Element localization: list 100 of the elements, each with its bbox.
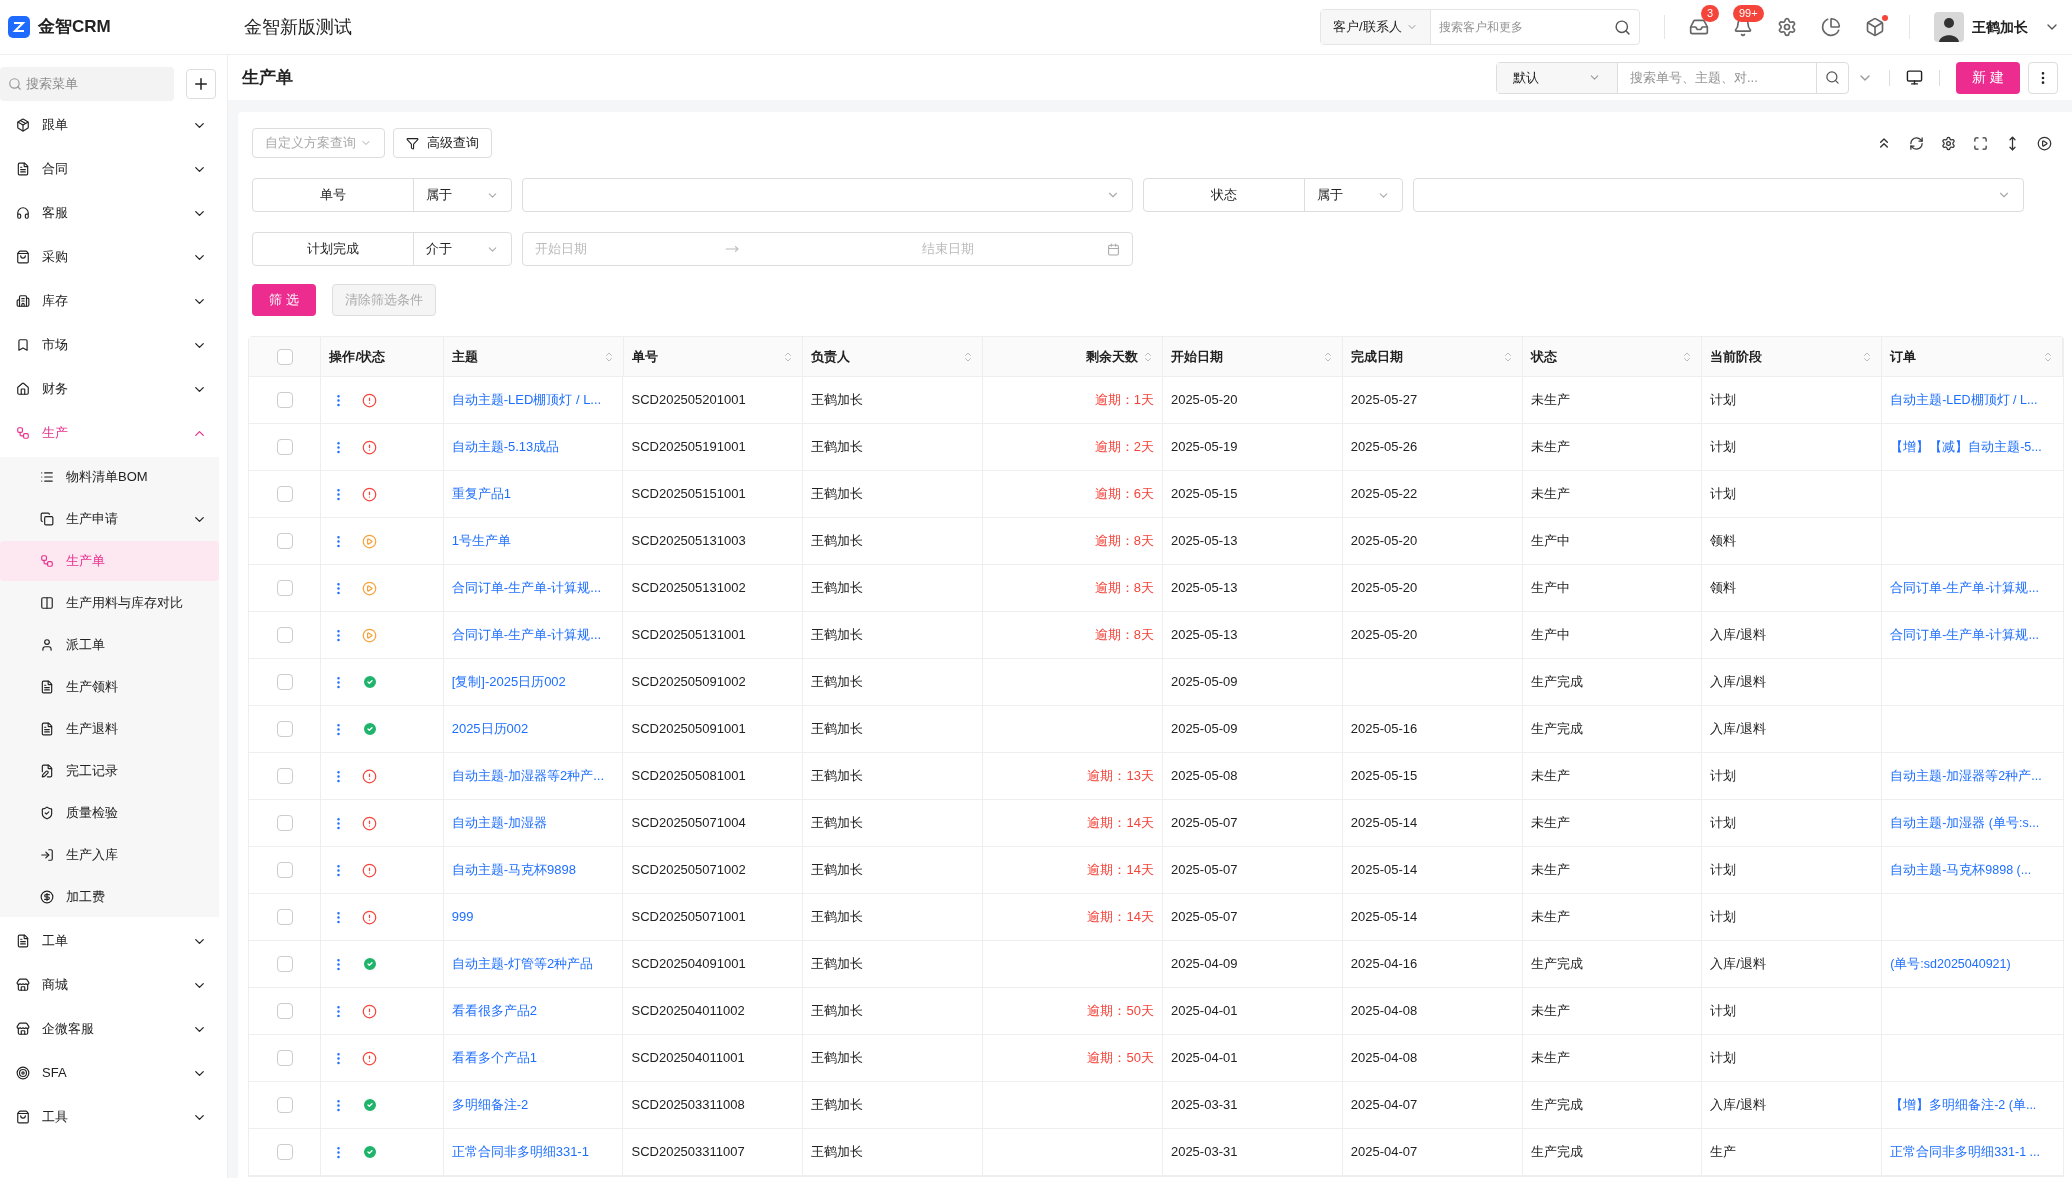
column-header[interactable]: 开始日期 xyxy=(1170,346,1223,367)
checkbox[interactable] xyxy=(276,392,293,408)
menu-item[interactable]: 企微客服 xyxy=(0,1007,227,1051)
order-link[interactable]: 自动主题-加湿器等2种产... xyxy=(1890,766,2042,786)
subject-link[interactable]: 自动主题-加湿器等2种产... xyxy=(451,766,605,786)
checkbox[interactable] xyxy=(276,348,293,365)
subject-link[interactable]: 看看多个产品1 xyxy=(451,1048,537,1068)
column-header[interactable]: 当前阶段 xyxy=(1710,346,1763,367)
menu-item[interactable]: 采购 xyxy=(0,235,227,279)
checkbox[interactable] xyxy=(276,1097,293,1113)
menu-item[interactable]: 市场 xyxy=(0,323,227,367)
advanced-query-button[interactable]: 高级查询 xyxy=(393,128,492,158)
subject-link[interactable]: 自动主题-LED棚顶灯 / L... xyxy=(451,390,602,410)
subject-link[interactable]: 重复产品1 xyxy=(451,484,511,504)
user-name[interactable]: 王鹤加长 xyxy=(1972,16,2028,38)
checkbox[interactable] xyxy=(276,627,293,643)
order-link[interactable]: 自动主题-马克杯9898 (... xyxy=(1890,860,2032,880)
subject-link[interactable]: 合同订单-生产单-计算规... xyxy=(451,625,602,645)
subject-link[interactable]: 1号生产单 xyxy=(451,531,511,551)
add-button[interactable] xyxy=(186,69,216,99)
checkbox[interactable] xyxy=(276,862,293,878)
submenu-item[interactable]: 生产入库 xyxy=(0,835,219,875)
checkbox[interactable] xyxy=(276,486,293,502)
submenu-item[interactable]: 生产领料 xyxy=(0,667,219,707)
order-link[interactable]: 合同订单-生产单-计算规... xyxy=(1890,625,2039,645)
submenu-item[interactable]: 物料清单BOM xyxy=(0,457,219,497)
checkbox[interactable] xyxy=(276,1144,293,1160)
menu-item[interactable]: 工具 xyxy=(0,1095,227,1139)
menu-item[interactable]: 生产 xyxy=(0,411,227,455)
order-link[interactable]: 自动主题-加湿器 (单号:s... xyxy=(1890,813,2040,833)
settings-icon[interactable] xyxy=(1941,135,1956,151)
monitor-icon[interactable] xyxy=(1906,69,1923,86)
subject-link[interactable]: 自动主题-加湿器 xyxy=(451,813,547,833)
subject-link[interactable]: 多明细备注-2 xyxy=(451,1095,529,1115)
submenu-item[interactable]: 生产单 xyxy=(0,541,219,581)
menu-search-field[interactable]: 搜索菜单 xyxy=(0,67,174,101)
subject-link[interactable]: 999 xyxy=(451,907,474,927)
search-bar[interactable]: 默认 搜索单号、主题、对... xyxy=(1496,61,1849,94)
menu-item[interactable]: SFA xyxy=(0,1051,227,1095)
more-button[interactable] xyxy=(2028,61,2058,94)
subject-link[interactable]: 看看很多产品2 xyxy=(451,1001,537,1021)
checkbox[interactable] xyxy=(276,721,293,737)
inbox-icon[interactable] xyxy=(1689,17,1709,37)
global-search-bar[interactable]: 客户/联系人 搜索客户和更多 xyxy=(1320,9,1640,45)
order-link[interactable]: 合同订单-生产单-计算规... xyxy=(1890,578,2039,598)
column-header[interactable]: 单号 xyxy=(631,346,658,367)
view-select[interactable]: 默认 xyxy=(1497,62,1618,93)
checkbox[interactable] xyxy=(276,1003,293,1019)
submenu-item[interactable]: 生产退料 xyxy=(0,709,219,749)
subject-link[interactable]: 自动主题-灯管等2种产品 xyxy=(451,954,594,974)
checkbox[interactable] xyxy=(276,768,293,784)
filter-button[interactable]: 筛 选 xyxy=(252,284,316,316)
order-link[interactable]: (单号:sd2025040921) xyxy=(1890,954,2011,974)
settings-icon[interactable] xyxy=(1777,17,1797,37)
order-link[interactable]: 正常合同非多明细331-1 ... xyxy=(1890,1142,2041,1162)
scope-select[interactable]: 客户/联系人 xyxy=(1321,10,1431,44)
checkbox[interactable] xyxy=(276,439,293,455)
checkbox[interactable] xyxy=(276,909,293,925)
submenu-item[interactable]: 生产申请 xyxy=(0,499,219,539)
fullscreen-icon[interactable] xyxy=(1973,135,1988,151)
order-link[interactable]: 【增】多明细备注-2 (单... xyxy=(1890,1095,2037,1115)
subject-link[interactable]: 自动主题-马克杯9898 xyxy=(451,860,576,880)
menu-item[interactable]: 财务 xyxy=(0,367,227,411)
sort-icon[interactable] xyxy=(2042,350,2054,363)
menu-item[interactable]: 跟单 xyxy=(0,103,227,147)
submenu-item[interactable]: 生产用料与库存对比 xyxy=(0,583,219,623)
search-input[interactable]: 搜索客户和更多 xyxy=(1430,18,1614,36)
column-header[interactable]: 订单 xyxy=(1890,346,1917,367)
subject-link[interactable]: 自动主题-5.13成品 xyxy=(451,437,560,457)
submenu-item[interactable]: 质量检验 xyxy=(0,793,219,833)
cube-icon[interactable] xyxy=(1865,17,1885,37)
menu-item[interactable]: 库存 xyxy=(0,279,227,323)
new-button[interactable]: 新 建 xyxy=(1956,61,2020,94)
search-icon[interactable] xyxy=(1614,18,1631,36)
order-link[interactable]: 【增】【减】自动主题-5... xyxy=(1890,437,2042,457)
checkbox[interactable] xyxy=(276,580,293,596)
subject-link[interactable]: 合同订单-生产单-计算规... xyxy=(451,578,602,598)
subject-link[interactable]: 正常合同非多明细331-1 xyxy=(451,1142,589,1162)
menu-search-input[interactable]: 搜索菜单 xyxy=(26,74,174,94)
checkbox[interactable] xyxy=(276,1050,293,1066)
order-link[interactable]: 自动主题-LED棚顶灯 / L... xyxy=(1890,390,2038,410)
column-header[interactable]: 完成日期 xyxy=(1350,346,1403,367)
checkbox[interactable] xyxy=(276,674,293,690)
avatar-icon[interactable] xyxy=(1934,12,1964,42)
column-header[interactable]: 状态 xyxy=(1530,346,1557,367)
submenu-item[interactable]: 完工记录 xyxy=(0,751,219,791)
column-header[interactable]: 主题 xyxy=(451,346,478,367)
menu-item[interactable]: 工单 xyxy=(0,919,227,963)
play-icon[interactable] xyxy=(2037,135,2052,151)
checkbox[interactable] xyxy=(276,533,293,549)
search-field[interactable]: 搜索单号、主题、对... xyxy=(1618,67,1816,88)
menu-item[interactable]: 商城 xyxy=(0,963,227,1007)
menu-item[interactable]: 合同 xyxy=(0,147,227,191)
column-header[interactable]: 负责人 xyxy=(811,346,851,367)
refresh-icon[interactable] xyxy=(1909,135,1924,151)
column-header[interactable]: 剩余天数 xyxy=(1085,346,1138,367)
submenu-item[interactable]: 加工费 xyxy=(0,877,219,917)
search-icon[interactable] xyxy=(1825,70,1840,85)
checkbox[interactable] xyxy=(276,956,293,972)
checkbox[interactable] xyxy=(276,815,293,831)
